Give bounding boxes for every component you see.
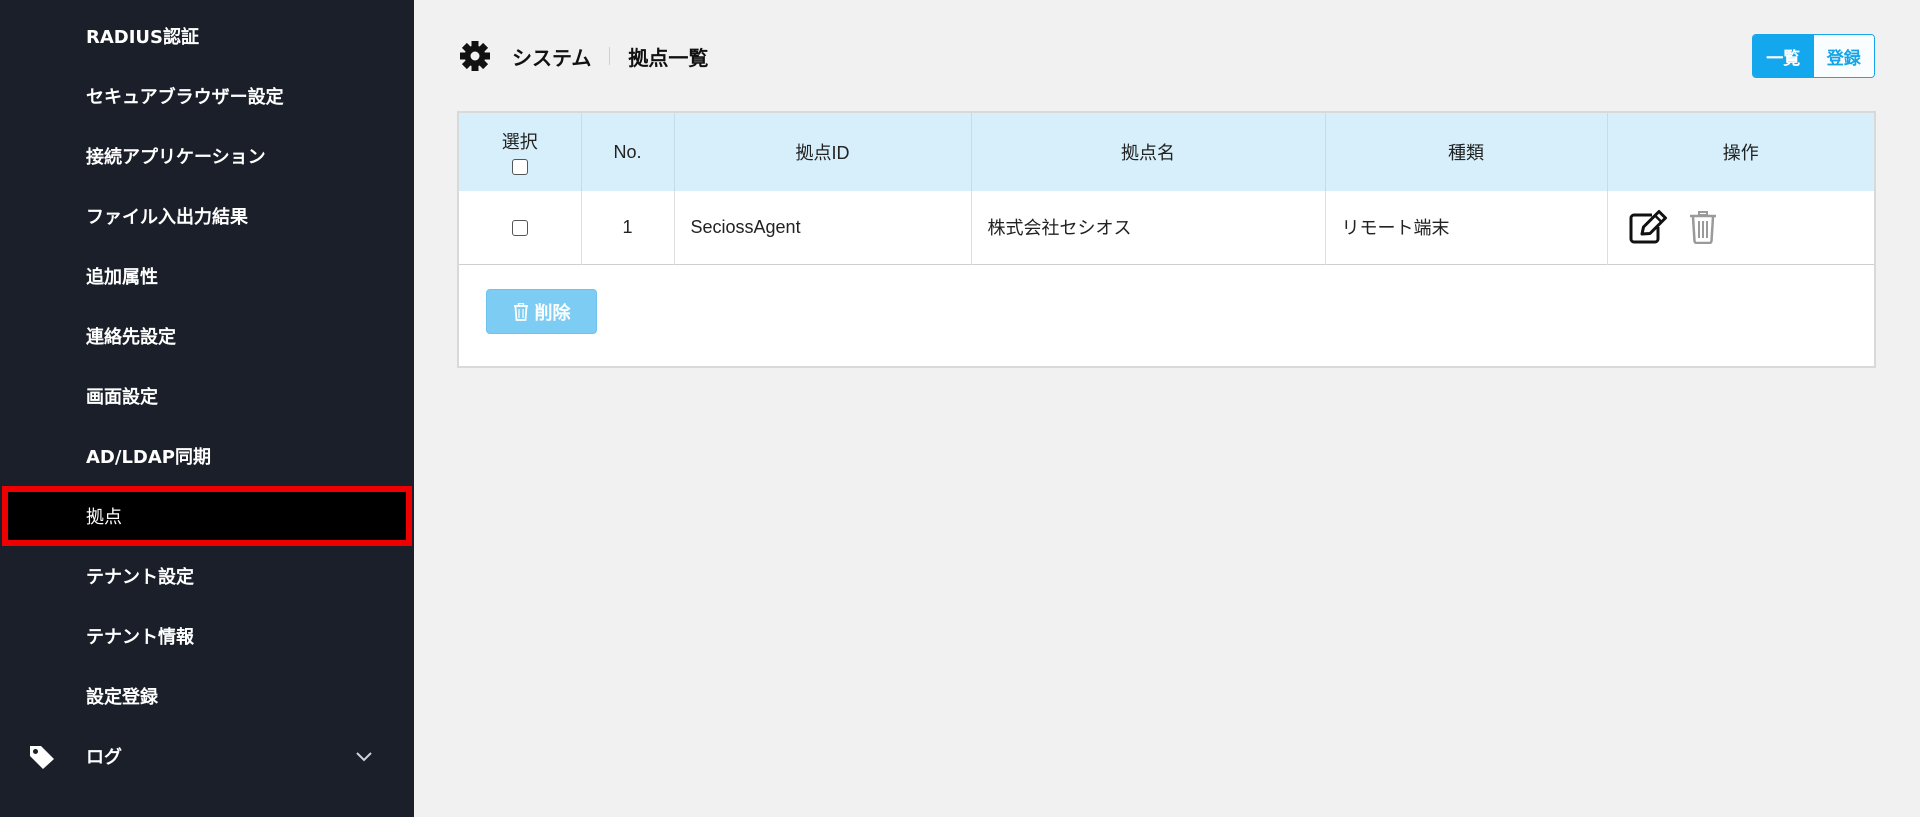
column-header-type: 種類	[1325, 113, 1608, 191]
column-header-site-name: 拠点名	[971, 113, 1326, 191]
sidebar-item-ad-ldap[interactable]: AD/LDAP同期	[0, 426, 414, 486]
sidebar-item-screen[interactable]: 画面設定	[0, 366, 414, 426]
sidebar: RADIUS認証 セキュアブラウザー設定 接続アプリケーション ファイル入出力結…	[0, 0, 414, 817]
cell-select	[459, 191, 582, 264]
sidebar-item-label: テナント情報	[86, 627, 194, 648]
sidebar-item-radius[interactable]: RADIUS認証	[0, 6, 414, 66]
sidebar-item-label: 拠点	[86, 507, 122, 528]
cell-type: リモート端末	[1325, 191, 1608, 264]
select-all-checkbox[interactable]	[511, 158, 528, 175]
sidebar-item-label: セキュアブラウザー設定	[86, 87, 284, 108]
cell-site-name: 株式会社セシオス	[971, 191, 1326, 264]
trash-icon[interactable]	[1688, 210, 1718, 245]
cell-site-id: SeciossAgent	[674, 191, 972, 264]
sidebar-item-settings-register[interactable]: 設定登録	[0, 666, 414, 726]
column-header-site-id: 拠点ID	[674, 113, 972, 191]
cell-actions	[1607, 191, 1874, 264]
delete-button-label: 削除	[534, 302, 571, 324]
edit-icon[interactable]	[1628, 209, 1668, 245]
sidebar-item-secure-browser[interactable]: セキュアブラウザー設定	[0, 66, 414, 126]
page-title: 拠点一覧	[628, 45, 709, 70]
column-header-label: 選択	[501, 131, 538, 152]
table-header-row: 選択 No. 拠点ID 拠点名 種類 操作	[459, 113, 1874, 191]
chevron-down-icon[interactable]	[354, 748, 374, 764]
sidebar-item-connect-app[interactable]: 接続アプリケーション	[0, 126, 414, 186]
sidebar-item-log[interactable]: ログ	[0, 726, 414, 786]
tag-icon	[30, 746, 54, 769]
table-row: 1 SeciossAgent 株式会社セシオス リモート端末	[459, 191, 1874, 264]
site-list-panel: 選択 No. 拠点ID 拠点名 種類 操作 1 SeciossAgent 株式会…	[457, 111, 1876, 368]
column-header-actions: 操作	[1722, 143, 1759, 163]
trash-icon	[513, 302, 528, 321]
sidebar-item-label: 画面設定	[86, 387, 158, 408]
sidebar-item-label: AD/LDAP同期	[86, 447, 211, 468]
breadcrumb-divider	[609, 47, 611, 65]
gear-icon	[460, 41, 490, 71]
sidebar-item-label: テナント設定	[86, 567, 194, 588]
sidebar-item-file-io[interactable]: ファイル入出力結果	[0, 186, 414, 246]
sidebar-item-extra-attr[interactable]: 追加属性	[0, 246, 414, 306]
delete-button[interactable]: 削除	[486, 289, 597, 334]
sidebar-item-label: 追加属性	[86, 267, 158, 288]
sidebar-item-label: ログ	[86, 747, 122, 768]
column-header-no: No.	[581, 113, 675, 191]
register-button[interactable]: 登録	[1813, 35, 1874, 77]
row-checkbox[interactable]	[511, 220, 528, 236]
sidebar-item-label: 連絡先設定	[86, 327, 176, 348]
sidebar-item-label: RADIUS認証	[86, 27, 200, 48]
sidebar-item-label: ファイル入出力結果	[86, 207, 248, 228]
breadcrumb: システム 拠点一覧	[458, 36, 708, 76]
sidebar-item-site[interactable]: 拠点	[2, 486, 412, 546]
list-view-button[interactable]: 一覧	[1753, 35, 1814, 77]
sidebar-item-contact[interactable]: 連絡先設定	[0, 306, 414, 366]
column-header-select: 選択	[459, 113, 582, 191]
sidebar-item-label: 接続アプリケーション	[86, 147, 266, 168]
view-toggle: 一覧 登録	[1752, 34, 1875, 78]
breadcrumb-section: システム	[512, 45, 592, 70]
sidebar-item-tenant-settings[interactable]: テナント設定	[0, 546, 414, 606]
sidebar-item-label: 設定登録	[86, 687, 158, 708]
sidebar-item-tenant-info[interactable]: テナント情報	[0, 606, 414, 666]
cell-no: 1	[581, 191, 675, 264]
site-table: 選択 No. 拠点ID 拠点名 種類 操作 1 SeciossAgent 株式会…	[459, 113, 1874, 265]
